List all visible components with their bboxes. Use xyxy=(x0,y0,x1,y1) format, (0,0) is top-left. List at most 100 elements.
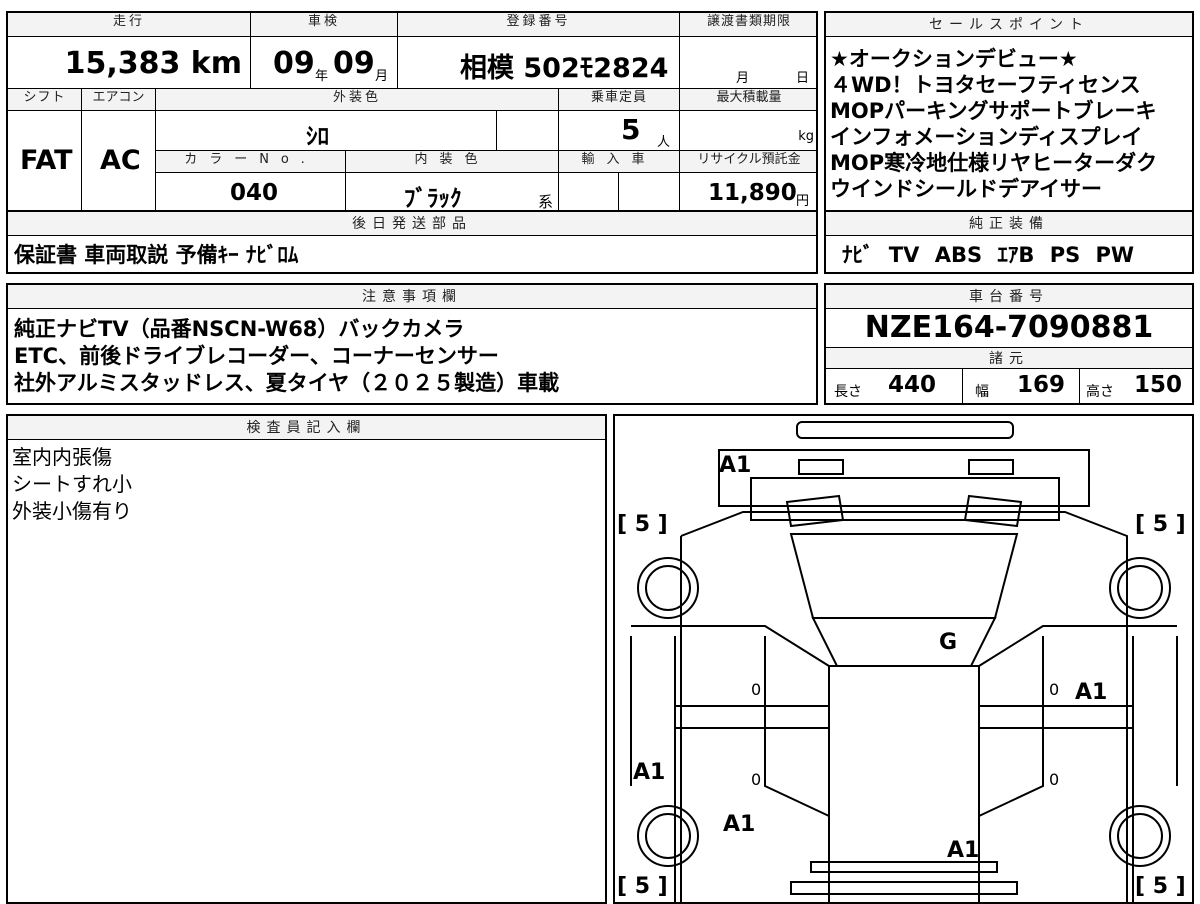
recycle-header: リサイクル預託金 xyxy=(680,151,816,173)
door-zero-mark: 0 xyxy=(751,680,762,699)
import-header: 輸入車 xyxy=(559,151,680,173)
interior-suffix: 系 xyxy=(538,193,554,211)
aircon-header: エアコン xyxy=(82,89,156,111)
damage-mark-roof-rear: A1 xyxy=(947,838,980,863)
transfer-month-unit: 月 xyxy=(736,71,750,86)
sales-point-line: MOPパーキングサポートブレーキ xyxy=(830,99,1157,123)
later-parts-panel: 後日発送部品 保証書 車両取説 予備ｷｰ ﾅﾋﾞﾛﾑ xyxy=(6,210,818,274)
inspector-note: 外装小傷有り xyxy=(12,499,132,523)
inspection-month: 09 xyxy=(333,46,375,81)
capacity-value: 5 xyxy=(621,113,641,146)
chassis-number: NZE164-7090881 xyxy=(864,310,1154,345)
genuine-equipment-text: ﾅﾋﾞ TV ABS ｴｱB PS PW xyxy=(842,243,1135,267)
door-zero-mark: 0 xyxy=(1049,680,1060,699)
width-value: 169 xyxy=(1017,372,1066,398)
aircon-cell: AC xyxy=(82,111,156,210)
sales-points-header: セールスポイント xyxy=(826,13,1192,37)
door-zero-mark: 0 xyxy=(1049,770,1060,789)
registration-header: 登録番号 xyxy=(398,13,680,37)
month-unit: 月 xyxy=(375,69,389,84)
vehicle-diagram-panel: A1 G A1 A1 A1 A1 [ 5 ] [ 5 ] [ 5 ] [ 5 ]… xyxy=(613,414,1194,904)
mileage-cell: 15,383 km xyxy=(8,37,251,89)
inspector-note: シートすれ小 xyxy=(12,472,132,496)
transfer-cell: 月 日 xyxy=(680,37,816,89)
sales-point-line: インフォメーションディスプレイ xyxy=(830,125,1143,149)
height-cell: 高さ 150 xyxy=(1080,369,1192,403)
color-no-cell: 040 xyxy=(156,173,346,210)
load-header: 最大積載量 xyxy=(680,89,816,111)
width-cell: 幅 169 xyxy=(963,369,1080,403)
genuine-equipment-panel: 純正装備 ﾅﾋﾞ TV ABS ｴｱB PS PW xyxy=(824,210,1194,274)
import-cell-b xyxy=(619,173,680,210)
sales-points-panel: セールスポイント ★オークションデビュー★ ４WD！トヨタセーフティセンス MO… xyxy=(824,11,1194,212)
interior-color-value: ﾌﾞﾗｯｸ xyxy=(404,186,462,212)
shift-value: FAT xyxy=(20,145,73,176)
length-cell: 長さ 440 xyxy=(826,369,963,403)
vehicle-info-panel: 走行 車検 登録番号 譲渡書類期限 15,383 km 09 年 09 月 相模… xyxy=(6,11,818,212)
height-value: 150 xyxy=(1134,372,1183,398)
damage-mark-front-bumper: A1 xyxy=(719,453,752,478)
caution-header: 注意事項欄 xyxy=(8,285,816,309)
shift-cell: FAT xyxy=(8,111,82,210)
recycle-cell: 11,890 円 xyxy=(680,173,816,210)
load-cell: kg xyxy=(680,111,816,151)
color-no-header: カラーNo. xyxy=(156,151,346,173)
capacity-header: 乗車定員 xyxy=(559,89,680,111)
damage-mark-right-fender: A1 xyxy=(1075,680,1108,705)
import-cell-a xyxy=(559,173,619,210)
interior-header: 内装色 xyxy=(346,151,559,173)
damage-mark-left-rear-door: A1 xyxy=(723,812,756,837)
exterior-color-cell: ｼﾛ xyxy=(156,111,497,151)
inspection-header: 車検 xyxy=(251,13,398,37)
registration-cell: 相模 502ﾓ2824 xyxy=(398,37,680,89)
genuine-equipment-header: 純正装備 xyxy=(826,212,1192,236)
tread-rear-right: [ 5 ] xyxy=(1135,874,1186,899)
registration-value: 相模 502ﾓ2824 xyxy=(460,53,669,84)
capacity-unit: 人 xyxy=(657,135,671,150)
car-outline-diagram xyxy=(630,421,1178,902)
transfer-header: 譲渡書類期限 xyxy=(680,13,816,37)
inspector-panel: 検査員記入欄 室内内張傷 シートすれ小 外装小傷有り xyxy=(6,414,607,904)
width-label: 幅 xyxy=(975,384,989,400)
recycle-value: 11,890 xyxy=(708,180,797,206)
mileage-header: 走行 xyxy=(8,13,251,37)
door-zero-mark: 0 xyxy=(751,770,762,789)
capacity-cell: 5 人 xyxy=(559,111,680,151)
sales-point-line: ４WD！トヨタセーフティセンス xyxy=(830,73,1141,97)
sales-point-line: ウインドシールドデアイサー xyxy=(830,177,1102,201)
later-parts-header: 後日発送部品 xyxy=(8,212,816,236)
chassis-panel: 車台番号 NZE164-7090881 諸元 長さ 440 幅 169 高さ 1… xyxy=(824,283,1194,405)
chassis-header: 車台番号 xyxy=(826,285,1192,309)
tread-front-left: [ 5 ] xyxy=(617,512,668,537)
color-no-value: 040 xyxy=(230,180,279,206)
specs-header: 諸元 xyxy=(826,347,1192,369)
shift-header: シフト xyxy=(8,89,82,111)
exterior-header: 外装色 xyxy=(156,89,559,111)
mileage-value: 15,383 km xyxy=(64,46,242,81)
exterior-color-value: ｼﾛ xyxy=(306,124,329,150)
caution-line: 社外アルミスタッドレス、夏タイヤ（２０２５製造）車載 xyxy=(14,371,560,395)
damage-mark-left-fender: A1 xyxy=(633,760,666,785)
inspection-year: 09 xyxy=(273,46,315,81)
tread-front-right: [ 5 ] xyxy=(1135,512,1186,537)
length-value: 440 xyxy=(888,372,937,398)
interior-cell: ﾌﾞﾗｯｸ 系 xyxy=(346,173,559,212)
caution-line: ETC、前後ドライブレコーダー、コーナーセンサー xyxy=(14,344,499,368)
inspector-note: 室内内張傷 xyxy=(12,445,112,469)
inspection-cell: 09 年 09 月 xyxy=(251,37,398,89)
sales-point-line: ★オークションデビュー★ xyxy=(830,47,1078,71)
caution-line: 純正ナビTV（品番NSCN-W68）バックカメラ xyxy=(14,317,465,341)
later-parts-text: 保証書 車両取説 予備ｷｰ ﾅﾋﾞﾛﾑ xyxy=(14,243,299,267)
inspector-header: 検査員記入欄 xyxy=(8,416,605,440)
length-label: 長さ xyxy=(834,384,862,400)
transfer-day-unit: 日 xyxy=(796,71,810,86)
damage-mark-hood: G xyxy=(939,630,958,655)
year-unit: 年 xyxy=(315,69,329,84)
recycle-unit: 円 xyxy=(796,194,810,209)
caution-panel: 注意事項欄 純正ナビTV（品番NSCN-W68）バックカメラ ETC、前後ドライ… xyxy=(6,283,818,405)
tread-rear-left: [ 5 ] xyxy=(617,874,668,899)
load-unit: kg xyxy=(798,129,814,144)
height-label: 高さ xyxy=(1086,384,1114,400)
sales-point-line: MOP寒冷地仕様リヤヒーターダク xyxy=(830,151,1158,175)
exterior-extra-cell xyxy=(497,111,559,151)
